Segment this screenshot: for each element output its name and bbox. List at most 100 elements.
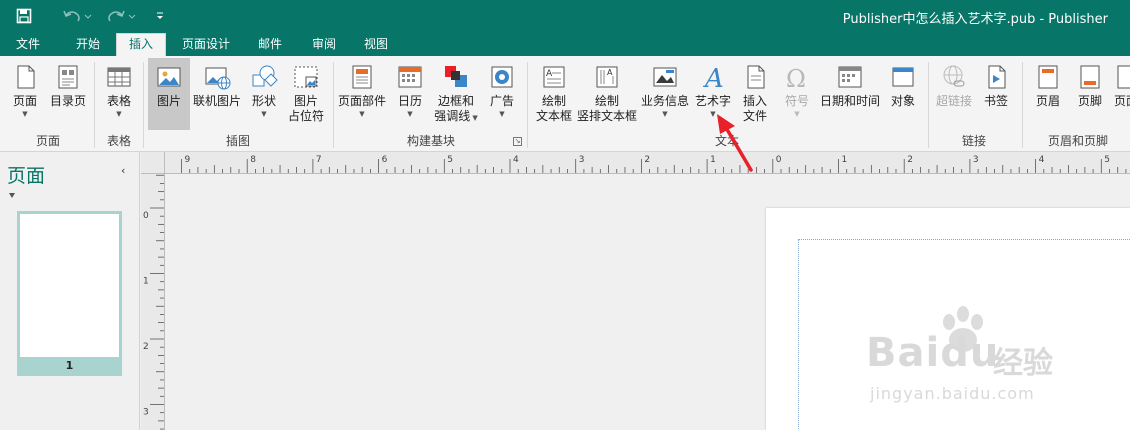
insert-file-icon — [747, 65, 765, 89]
tab-mailings[interactable]: 邮件 — [248, 32, 292, 56]
page-parts-label: 页面部件 — [337, 94, 386, 108]
ruler-label: 5 — [447, 155, 453, 165]
picture-button[interactable]: 图片 — [148, 58, 190, 130]
page-parts-icon — [352, 65, 372, 89]
shapes-icon — [252, 65, 278, 87]
borders-accents-button[interactable]: 边框和 强调线 ▼ — [430, 60, 482, 130]
bookmark-icon — [988, 65, 1006, 89]
page-number-label: 页面 — [1114, 94, 1130, 108]
advertisements-button[interactable]: 广告 ▼ — [484, 60, 520, 130]
watermark-cn: 经验 — [993, 346, 1053, 381]
chevron-down-icon: ▼ — [499, 110, 505, 118]
chevron-down-icon: ▼ — [261, 110, 267, 118]
wordart-icon: A — [703, 64, 724, 91]
horizontal-ruler[interactable]: 9876543210123456 — [165, 152, 1130, 174]
ruler-label: 7 — [316, 155, 322, 165]
object-label: 对象 — [890, 94, 915, 108]
page-button[interactable]: 页面 ▼ — [6, 60, 44, 130]
business-info-button[interactable]: 业务信息 ▼ — [640, 60, 690, 130]
chevron-down-icon: ▼ — [662, 110, 668, 118]
object-button[interactable]: 对象 — [884, 60, 922, 130]
footer-label: 页脚 — [1077, 94, 1102, 108]
bookmark-button[interactable]: 书签 — [978, 60, 1014, 130]
footer-button[interactable]: 页脚 — [1070, 60, 1110, 130]
page-parts-button[interactable]: 页面部件 ▼ — [336, 60, 388, 130]
svg-text:A: A — [703, 64, 724, 91]
shapes-button[interactable]: 形状 ▼ — [246, 60, 282, 130]
calendar-button[interactable]: 日历 ▼ — [392, 60, 428, 130]
vertical-ruler[interactable]: 0 1 2 3 — [141, 174, 165, 430]
date-time-icon — [838, 66, 862, 88]
chevron-down-icon: ▼ — [116, 110, 122, 118]
header-button[interactable]: 页眉 — [1028, 60, 1068, 130]
ruler-label: 5 — [1104, 155, 1110, 165]
watermark-url: jingyan.baidu.com — [870, 384, 1035, 403]
ruler-label: 1 — [143, 277, 149, 287]
business-info-icon — [653, 67, 677, 87]
draw-textbox-label-1: 绘制 — [541, 94, 566, 108]
ruler-label: 3 — [143, 408, 149, 418]
omega-icon: Ω — [786, 65, 806, 91]
date-time-label: 日期和时间 — [819, 94, 880, 108]
date-time-button[interactable]: 日期和时间 — [818, 60, 882, 130]
tab-home[interactable]: 开始 — [64, 32, 112, 56]
group-separator — [527, 62, 528, 148]
group-label-building-blocks: 构建基块 — [406, 134, 455, 148]
picture-label: 图片 — [156, 94, 181, 108]
ruler-label: 4 — [1039, 155, 1045, 165]
ruler-label: 8 — [250, 155, 256, 165]
wordart-label: 艺术字 — [694, 94, 731, 108]
symbol-button[interactable]: Ω 符号 ▼ — [778, 60, 816, 130]
picture-placeholder-icon — [294, 66, 318, 88]
borders-accents-label-2: 强调线 — [434, 109, 471, 123]
baidu-watermark: Baidu 经验 jingyan.baidu.com — [838, 300, 1058, 410]
draw-textbox-label-2: 文本框 — [535, 109, 572, 123]
page-navigation-pane: 页面 ‹ 1 — [0, 152, 140, 430]
shapes-label: 形状 — [251, 94, 276, 108]
tab-review[interactable]: 审阅 — [302, 32, 346, 56]
catalog-page-label: 目录页 — [49, 94, 86, 108]
online-picture-button[interactable]: 联机图片 — [192, 60, 242, 130]
undo-icon[interactable] — [60, 5, 94, 27]
ribbon: 页面 ▼ 目录页 页面 表格 ▼ 表格 图片 联机图片 形状 ▼ 图片 占位符 … — [0, 56, 1130, 152]
catalog-page-icon — [58, 65, 78, 89]
save-icon[interactable] — [12, 5, 36, 27]
symbol-label: 符号 — [784, 94, 809, 108]
ruler-label: 2 — [907, 155, 913, 165]
redo-icon[interactable] — [104, 5, 138, 27]
bookmark-label: 书签 — [983, 94, 1008, 108]
group-separator — [333, 62, 334, 148]
group-label-links: 链接 — [961, 134, 986, 148]
picture-icon — [157, 67, 181, 87]
chevron-down-icon: ▼ — [470, 114, 478, 122]
tab-insert[interactable]: 插入 — [116, 33, 166, 56]
picture-placeholder-label-2: 占位符 — [287, 109, 324, 123]
customize-icon[interactable] — [150, 5, 170, 27]
horizontal-ruler-ticks: 9876543210123456 — [181, 155, 1127, 173]
tab-view[interactable]: 视图 — [354, 32, 398, 56]
ruler-label: 9 — [185, 155, 191, 165]
group-label-header-footer: 页眉和页脚 — [1047, 134, 1108, 148]
draw-textbox-button[interactable]: A 绘制 文本框 — [532, 60, 576, 130]
thumbnail-page-number: 1 — [65, 359, 74, 372]
ruler-label: 2 — [143, 342, 149, 352]
expand-triangle-icon[interactable] — [9, 193, 15, 198]
insert-file-label-1: 插入 — [742, 94, 767, 108]
dialog-launcher-icon[interactable]: ↘ — [513, 137, 522, 146]
picture-placeholder-button[interactable]: 图片 占位符 — [284, 60, 328, 130]
collapse-pane-icon[interactable]: ‹ — [121, 164, 125, 177]
catalog-page-button[interactable]: 目录页 — [46, 60, 90, 130]
page-number-button[interactable]: 页面 — [1114, 60, 1130, 130]
ruler-corner — [141, 152, 165, 174]
page-thumbnail[interactable]: 1 — [17, 211, 122, 376]
tab-page-design[interactable]: 页面设计 — [174, 32, 238, 56]
header-icon — [1038, 65, 1058, 89]
borders-accents-label-1: 边框和 — [437, 94, 474, 108]
tab-file[interactable]: 文件 — [4, 32, 52, 56]
ruler-label: 0 — [143, 211, 149, 221]
publisher-window: Publisher中怎么插入艺术字.pub - Publisher 文件 开始 … — [0, 0, 1130, 430]
draw-vertical-textbox-button[interactable]: A 绘制 竖排文本框 — [576, 60, 638, 130]
hyperlink-button[interactable]: 超链接 — [932, 60, 976, 130]
table-button[interactable]: 表格 ▼ — [100, 60, 138, 130]
title-bar: Publisher中怎么插入艺术字.pub - Publisher — [0, 0, 1130, 32]
